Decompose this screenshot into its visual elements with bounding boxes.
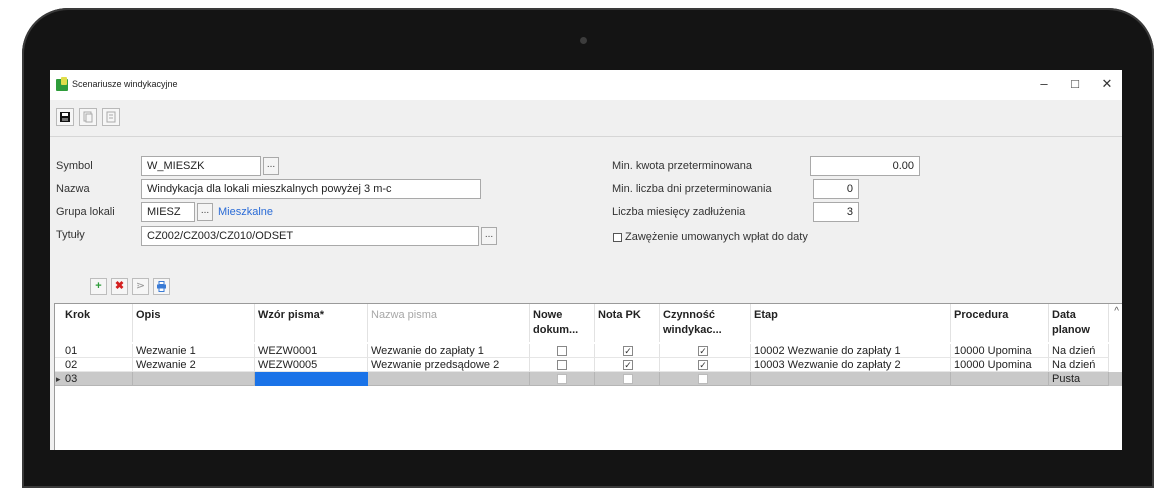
maximize-button[interactable]: □	[1065, 76, 1085, 91]
symbol-browse-button[interactable]: ...	[263, 157, 279, 175]
tytuly-field[interactable]: CZ002/CZ003/CZ010/ODSET	[141, 226, 479, 246]
min-kwota-field[interactable]: 0.00	[810, 156, 920, 176]
liczba-miesiecy-label: Liczba miesięcy zadłużenia	[612, 206, 746, 218]
symbol-label: Symbol	[56, 160, 93, 172]
cell-etap[interactable]	[751, 372, 951, 386]
cell-nazwa[interactable]: Wezwanie do zapłaty 1	[368, 344, 530, 358]
cell-nazwa[interactable]: Wezwanie przedsądowe 2	[368, 358, 530, 372]
col-header-etap[interactable]: Etap	[751, 304, 951, 342]
arrow-right-icon: ⋗	[135, 280, 146, 292]
symbol-field[interactable]: W_MIESZK	[141, 156, 261, 176]
cell-data[interactable]: Pusta	[1049, 372, 1109, 386]
delete-icon: ✖	[114, 280, 125, 292]
min-kwota-label: Min. kwota przeterminowana	[612, 160, 753, 172]
scroll-up-arrow-icon[interactable]: ^	[1114, 306, 1119, 317]
nota-checkbox[interactable]: ✓	[623, 346, 633, 356]
grupa-field[interactable]: MIESZ	[141, 202, 195, 222]
col-header-opis[interactable]: Opis	[133, 304, 255, 342]
toolbar	[50, 100, 1122, 137]
col-header-wzor-pisma[interactable]: Wzór pisma*	[255, 304, 368, 342]
app-window: Scenariusze windykacyjne – □ ✕ Symbol W_…	[50, 70, 1122, 450]
cell-wzor[interactable]: WEZW0005	[255, 358, 368, 372]
col-header-nota-pk[interactable]: Nota PK	[595, 304, 660, 342]
tytuly-browse-button[interactable]: ...	[481, 227, 497, 245]
col-header-nazwa-pisma[interactable]: Nazwa pisma	[368, 304, 530, 342]
col-header-procedura[interactable]: Procedura	[951, 304, 1049, 342]
cell-czynnosc[interactable]: ✓	[660, 344, 751, 358]
cell-etap[interactable]: 10003 Wezwanie do zapłaty 2	[751, 358, 951, 372]
zawezenie-label: Zawężenie umowanych wpłat do daty	[625, 231, 808, 243]
cell-procedura[interactable]: 10000 Upomina	[951, 358, 1049, 372]
cell-procedura[interactable]	[951, 372, 1049, 386]
copy-button[interactable]	[79, 108, 97, 126]
czynnosc-checkbox[interactable]: ✓	[698, 346, 708, 356]
nota-checkbox[interactable]	[623, 374, 633, 384]
plus-icon: +	[95, 280, 102, 292]
col-header-nowe-dokum[interactable]: Nowe dokum...	[530, 304, 595, 342]
title-bar: Scenariusze windykacyjne – □ ✕	[50, 70, 1122, 100]
tytuly-label: Tytuły	[56, 229, 85, 241]
app-icon	[56, 77, 68, 91]
cell-krok[interactable]: 03	[55, 372, 133, 386]
nazwa-field[interactable]: Windykacja dla lokali mieszkalnych powyż…	[141, 179, 481, 199]
cell-etap[interactable]: 10002 Wezwanie do zapłaty 1	[751, 344, 951, 358]
cell-wzor[interactable]: WEZW0001	[255, 344, 368, 358]
zawezenie-checkbox[interactable]	[613, 233, 622, 242]
copy-icon	[83, 111, 93, 123]
col-header-data[interactable]: Data planow	[1049, 304, 1109, 342]
paste-button[interactable]	[102, 108, 120, 126]
nazwa-label: Nazwa	[56, 183, 90, 195]
save-icon	[60, 112, 70, 122]
nowe-checkbox[interactable]	[557, 346, 567, 356]
cell-data[interactable]: Na dzień	[1049, 358, 1109, 372]
delete-row-button[interactable]: ✖	[111, 278, 128, 295]
cell-data[interactable]: Na dzień	[1049, 344, 1109, 358]
add-row-button[interactable]: +	[90, 278, 107, 295]
cell-procedura[interactable]: 10000 Upomina	[951, 344, 1049, 358]
camera-dot	[580, 37, 587, 44]
cell-opis[interactable]: Wezwanie 2	[133, 358, 255, 372]
steps-grid: Krok Opis Wzór pisma* Nazwa pisma Nowe d…	[54, 303, 1122, 450]
grupa-link[interactable]: Mieszkalne	[218, 206, 273, 218]
window-title: Scenariusze windykacyjne	[72, 79, 178, 89]
cell-krok[interactable]: 02	[55, 358, 133, 372]
nota-checkbox[interactable]: ✓	[623, 360, 633, 370]
cell-opis[interactable]: Wezwanie 1	[133, 344, 255, 358]
cell-nowe[interactable]	[530, 372, 595, 386]
cell-nota[interactable]: ✓	[595, 344, 660, 358]
col-header-krok[interactable]: Krok	[55, 304, 133, 342]
cell-nowe[interactable]	[530, 358, 595, 372]
czynnosc-checkbox[interactable]	[698, 374, 708, 384]
minimize-button[interactable]: –	[1034, 76, 1054, 91]
grupa-label: Grupa lokali	[56, 206, 115, 218]
col-header-czynnosc[interactable]: Czynność windykac...	[660, 304, 751, 342]
cell-nowe[interactable]	[530, 344, 595, 358]
printer-icon	[157, 281, 166, 292]
save-button[interactable]	[56, 108, 74, 126]
nowe-checkbox[interactable]	[557, 374, 567, 384]
min-dni-label: Min. liczba dni przeterminowania	[612, 183, 772, 195]
liczba-miesiecy-field[interactable]: 3	[813, 202, 859, 222]
min-dni-field[interactable]: 0	[813, 179, 859, 199]
czynnosc-checkbox[interactable]: ✓	[698, 360, 708, 370]
next-button[interactable]: ⋗	[132, 278, 149, 295]
close-button[interactable]: ✕	[1097, 76, 1117, 92]
cell-opis[interactable]	[133, 372, 255, 386]
cell-czynnosc[interactable]: ✓	[660, 358, 751, 372]
cell-nazwa[interactable]	[368, 372, 530, 386]
cell-czynnosc[interactable]	[660, 372, 751, 386]
nowe-checkbox[interactable]	[557, 360, 567, 370]
cell-wzor-active[interactable]	[255, 372, 368, 386]
document-icon	[106, 111, 116, 123]
grupa-browse-button[interactable]: ...	[197, 203, 213, 221]
print-button[interactable]	[153, 278, 170, 295]
cell-nota[interactable]: ✓	[595, 358, 660, 372]
cell-krok[interactable]: 01	[55, 344, 133, 358]
cell-nota[interactable]	[595, 372, 660, 386]
